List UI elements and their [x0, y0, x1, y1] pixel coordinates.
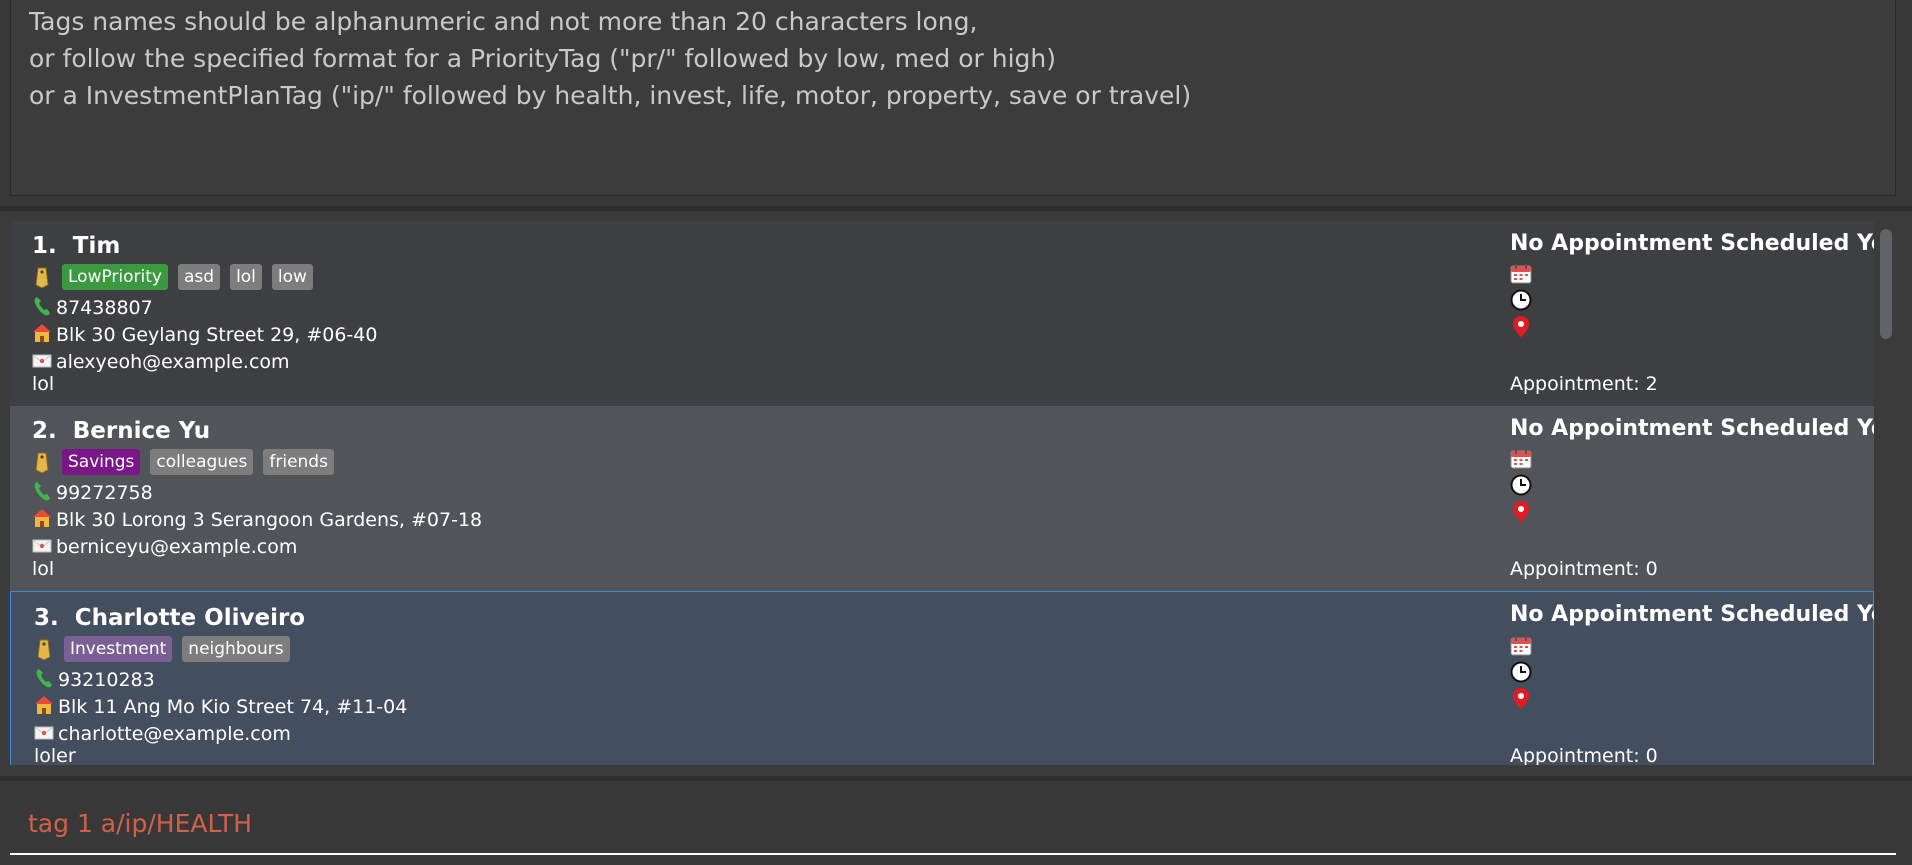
location-pin-icon	[1510, 500, 1532, 528]
address-row: Blk 30 Lorong 3 Serangoon Gardens, #07-1…	[32, 507, 482, 533]
tag-icon	[34, 637, 54, 661]
tag: low	[271, 264, 313, 290]
person-card[interactable]: 1. Tim LowPriority asd lol low 87438807 …	[10, 221, 1874, 406]
email-text: charlotte@example.com	[58, 723, 291, 745]
email-text: alexyeoh@example.com	[56, 351, 290, 373]
phone-row: 93210283	[34, 667, 155, 693]
remark: lol	[32, 558, 55, 580]
tag: colleagues	[150, 449, 254, 475]
email-text: berniceyu@example.com	[56, 536, 298, 558]
phone-row: 99272758	[32, 480, 153, 506]
command-box-panel	[0, 781, 1912, 865]
clock-icon	[1510, 289, 1532, 315]
address-row: Blk 30 Geylang Street 29, #06-40	[32, 322, 377, 348]
tag: asd	[177, 264, 221, 290]
person-list-panel: 1. Tim LowPriority asd lol low 87438807 …	[0, 211, 1912, 776]
person-name: 2. Bernice Yu	[32, 418, 210, 444]
phone-icon	[34, 667, 54, 694]
appointment-status: No Appointment Scheduled Yet	[1510, 602, 1874, 627]
person-name-text: Charlotte Oliveiro	[74, 605, 306, 631]
person-index: 2.	[32, 418, 57, 444]
person-card-selected[interactable]: 3. Charlotte Oliveiro Investment neighbo…	[10, 591, 1874, 765]
tag: friends	[263, 449, 334, 475]
phone-number: 93210283	[58, 669, 155, 691]
appointment-count: Appointment: 0	[1510, 745, 1658, 765]
tag: neighbours	[182, 636, 290, 662]
remark: loler	[34, 745, 76, 765]
email-row: alexyeoh@example.com	[32, 349, 290, 375]
result-display: Tags names should be alphanumeric and no…	[10, 0, 1896, 196]
result-display-panel: Tags names should be alphanumeric and no…	[0, 0, 1912, 206]
appointment-count: Appointment: 0	[1510, 558, 1658, 580]
calendar-icon	[1510, 448, 1532, 474]
tag-list: Investment neighbours	[34, 635, 290, 663]
person-name: 3. Charlotte Oliveiro	[34, 605, 305, 631]
phone-icon	[32, 480, 52, 507]
house-icon	[34, 694, 54, 721]
clock-icon	[1510, 474, 1532, 500]
tag-savings: Savings	[62, 449, 141, 475]
location-pin-icon	[1510, 687, 1532, 715]
tag-icon	[32, 450, 52, 474]
tag-list: LowPriority asd lol low	[32, 263, 313, 291]
house-icon	[32, 322, 52, 349]
address-text: Blk 30 Lorong 3 Serangoon Gardens, #07-1…	[56, 509, 483, 531]
house-icon	[32, 507, 52, 534]
address-text: Blk 11 Ang Mo Kio Street 74, #11-04	[58, 696, 408, 718]
phone-icon	[32, 295, 52, 322]
appointment-status: No Appointment Scheduled Yet	[1510, 416, 1874, 441]
list-scrollbar-thumb[interactable]	[1880, 229, 1892, 339]
tag-investment: Investment	[64, 636, 173, 662]
result-line: Tags names should be alphanumeric and no…	[29, 7, 978, 36]
email-row: charlotte@example.com	[34, 721, 291, 747]
person-card[interactable]: 2. Bernice Yu Savings colleagues friends…	[10, 406, 1874, 591]
person-name-text: Bernice Yu	[72, 418, 211, 444]
address-row: Blk 11 Ang Mo Kio Street 74, #11-04	[34, 694, 407, 720]
command-input[interactable]	[10, 793, 1896, 855]
envelope-icon	[32, 534, 52, 561]
tag: lol	[230, 264, 262, 290]
phone-row: 87438807	[32, 295, 153, 321]
person-index: 1.	[32, 233, 57, 259]
tag-icon	[32, 265, 52, 289]
appointment-status: No Appointment Scheduled Yet	[1510, 231, 1874, 256]
location-pin-icon	[1510, 315, 1532, 343]
result-line: or a InvestmentPlanTag ("ip/" followed b…	[29, 81, 1192, 110]
email-row: berniceyu@example.com	[32, 534, 297, 560]
remark: lol	[32, 373, 55, 395]
calendar-icon	[1510, 263, 1532, 289]
clock-icon	[1510, 661, 1532, 687]
result-line: or follow the specified format for a Pri…	[29, 44, 1056, 73]
envelope-icon	[34, 721, 54, 748]
tag-low-priority: LowPriority	[62, 264, 168, 290]
calendar-icon	[1510, 635, 1532, 661]
address-text: Blk 30 Geylang Street 29, #06-40	[56, 324, 378, 346]
person-name: 1. Tim	[32, 233, 120, 259]
phone-number: 87438807	[56, 297, 153, 319]
person-index: 3.	[34, 605, 59, 631]
person-name-text: Tim	[72, 233, 121, 259]
appointment-count: Appointment: 2	[1510, 373, 1658, 395]
phone-number: 99272758	[56, 482, 153, 504]
person-list[interactable]: 1. Tim LowPriority asd lol low 87438807 …	[10, 221, 1874, 765]
envelope-icon	[32, 349, 52, 376]
tag-list: Savings colleagues friends	[32, 448, 334, 476]
